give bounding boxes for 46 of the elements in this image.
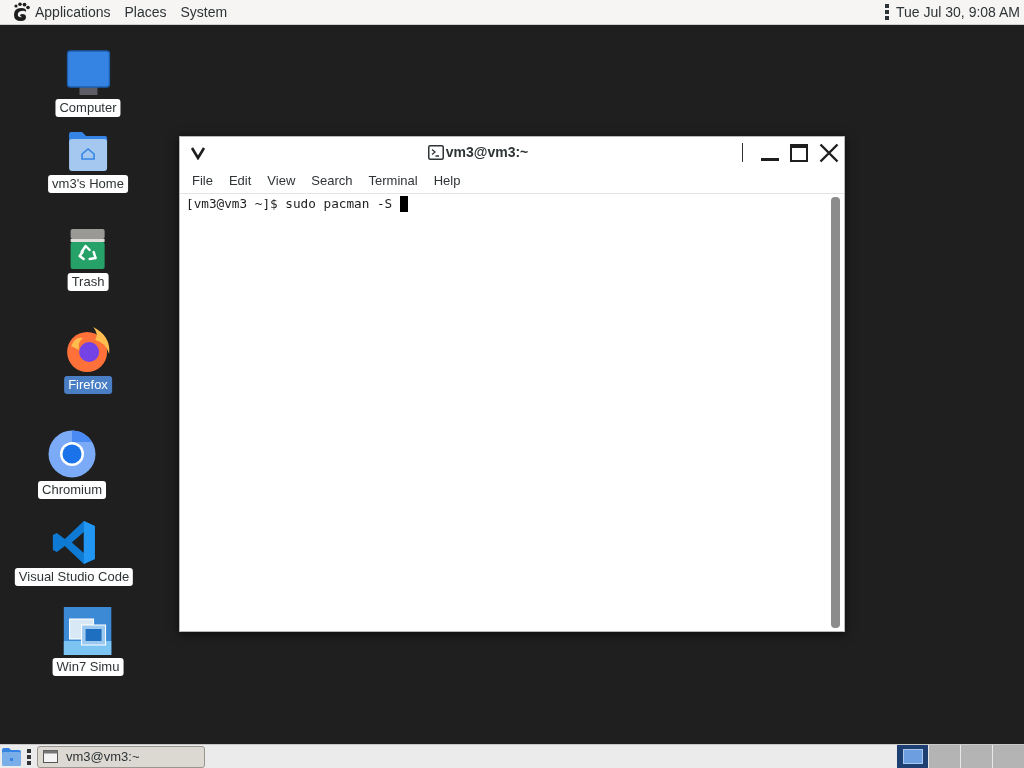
close-button[interactable] (818, 141, 840, 164)
menu-item[interactable]: File (192, 170, 213, 191)
desktop-icon-label[interactable]: vm3's Home (48, 175, 128, 193)
window-icon (43, 750, 58, 763)
maximize-button[interactable] (789, 141, 809, 164)
maximize-icon (790, 143, 808, 162)
terminal-line: [vm3@vm3 ~]$ sudo pacman -S (186, 195, 393, 213)
desktop-icon-label[interactable]: Visual Studio Code (14, 568, 134, 586)
window-preview-icon (902, 749, 923, 764)
chevron-down-icon[interactable] (190, 145, 206, 160)
desktop-icon-label[interactable]: Trash (67, 273, 109, 291)
ring-logo-icon[interactable] (48, 430, 96, 478)
ribbon-logo-icon[interactable] (52, 520, 96, 565)
desktop-icon-label[interactable]: Win7 Simu (52, 658, 124, 676)
desktop-windows-picture-icon[interactable] (64, 607, 112, 655)
menu-item[interactable]: Search (311, 170, 353, 191)
recycle-bin-icon[interactable] (70, 228, 106, 270)
panel-menu[interactable]: System (180, 1, 228, 23)
clock-text[interactable]: Tue Jul 30, 9:08 AM (896, 1, 1020, 23)
taskbar-window-button[interactable]: vm3@vm3:~ (37, 745, 205, 768)
handle-dots-icon[interactable] (27, 748, 31, 765)
desktop-icon-label[interactable]: Computer (55, 99, 121, 117)
text-cursor (400, 196, 409, 212)
monitor-icon[interactable] (66, 50, 110, 96)
desktop-icon-label[interactable]: Firefox (64, 376, 112, 394)
terminal-icon (427, 145, 444, 160)
workspace-thumbnail[interactable] (992, 745, 1024, 768)
close-icon (819, 142, 839, 163)
menu-item[interactable]: Edit (228, 170, 252, 191)
handle-dots-icon[interactable] (885, 4, 889, 20)
terminal-area[interactable]: [vm3@vm3 ~]$ sudo pacman -S (180, 194, 826, 631)
menu-item[interactable]: Terminal (368, 170, 418, 191)
foot-icon[interactable] (12, 2, 30, 22)
workspace-thumbnail[interactable] (896, 745, 928, 768)
scrollbar-thumb[interactable] (830, 197, 840, 628)
panel-menu[interactable]: Places (124, 1, 167, 23)
window-title: vm3@vm3:~ (445, 143, 529, 162)
workspace-thumbnail[interactable] (960, 745, 992, 768)
desktop-icon-label[interactable]: Chromium (38, 481, 106, 499)
panel-menu[interactable]: Applications (35, 1, 111, 23)
menu-item[interactable]: Help (433, 170, 461, 191)
folder-icon[interactable] (67, 130, 109, 172)
flame-globe-icon[interactable] (65, 326, 111, 373)
menu-item[interactable]: View (267, 170, 296, 191)
workspace-thumbnail[interactable] (928, 745, 960, 768)
minimize-icon (761, 157, 779, 161)
